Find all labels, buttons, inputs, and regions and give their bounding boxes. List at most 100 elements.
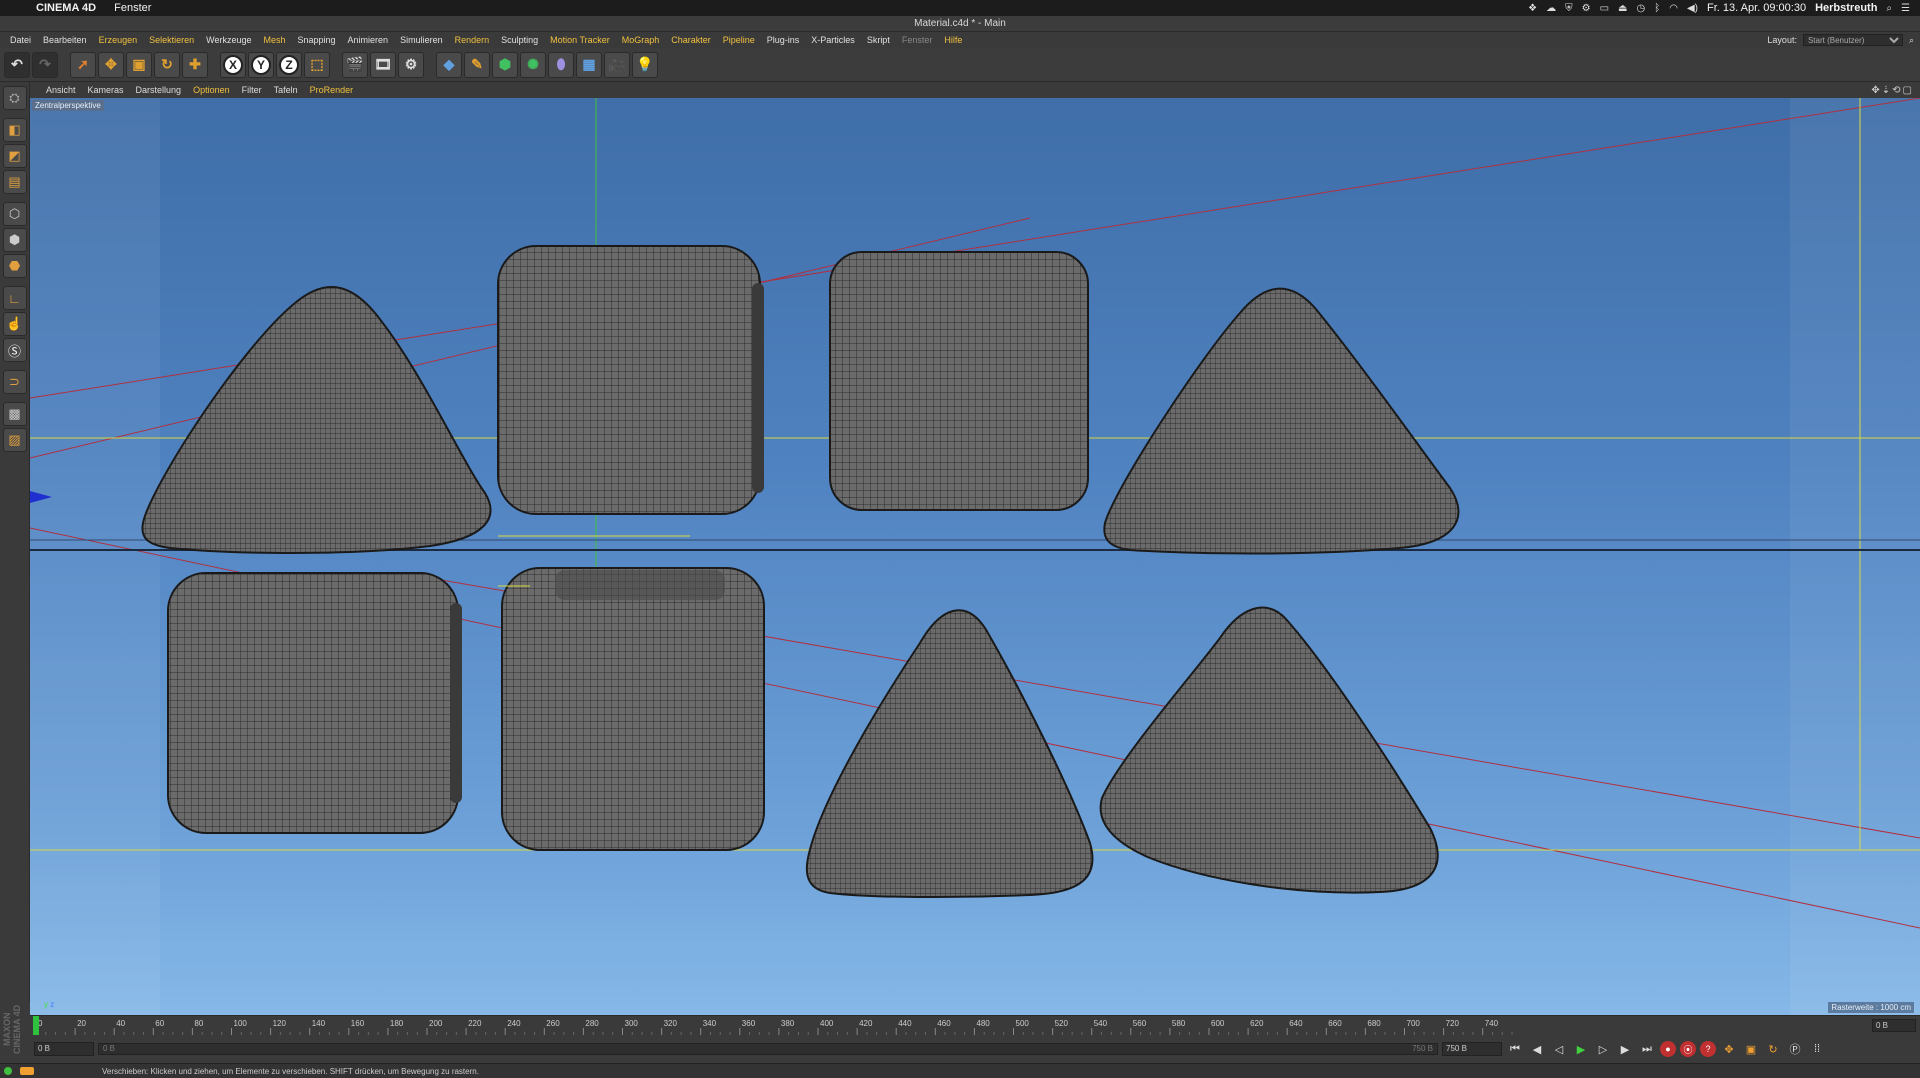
shield-icon[interactable]: ⛨ <box>1565 3 1573 14</box>
pyramid-mesh-2[interactable] <box>1103 287 1460 555</box>
render-settings-button[interactable]: ⚙ <box>398 51 424 78</box>
volume-icon[interactable]: ◀) <box>1687 3 1698 14</box>
timeline-scrub-range[interactable]: 0 B 750 B <box>98 1043 1438 1055</box>
go-to-start-icon[interactable]: ⏮ <box>1506 1040 1524 1058</box>
z-axis-lock-button[interactable]: Z <box>276 51 302 78</box>
menu-werkzeuge[interactable]: Werkzeuge <box>200 35 257 45</box>
cube-mesh-1[interactable] <box>497 245 764 515</box>
menu-erzeugen[interactable]: Erzeugen <box>93 35 144 45</box>
edges-mode-icon[interactable]: ⬢ <box>2 228 27 252</box>
viewport-menu-prorender[interactable]: ProRender <box>304 85 360 95</box>
magnet-icon[interactable]: ⊃ <box>2 370 27 394</box>
y-axis-lock-button[interactable]: Y <box>248 51 274 78</box>
end-frame-field[interactable]: 750 B <box>1442 1042 1502 1056</box>
timeline-ruler[interactable]: 0 20 40 60 80 100 120 140 160 180 200 220 240 260 280 3… <box>30 1015 1920 1036</box>
cube-mesh-3[interactable] <box>167 572 462 834</box>
clock-icon[interactable]: ◷ <box>1637 3 1646 14</box>
pen-spline-button[interactable]: ✎ <box>464 51 490 78</box>
viewport-menu-optionen[interactable]: Optionen <box>187 85 236 95</box>
viewport-menu-filter[interactable]: Filter <box>236 85 268 95</box>
render-picture-viewer-button[interactable]: 🎞 <box>370 51 396 78</box>
go-to-end-icon[interactable]: ⏭ <box>1638 1040 1656 1058</box>
array-button[interactable]: ✺ <box>520 51 546 78</box>
texture-mode-icon[interactable]: ◩ <box>2 144 27 168</box>
x-axis-lock-button[interactable]: X <box>220 51 246 78</box>
airplay-icon[interactable]: ⏏ <box>1618 3 1627 14</box>
redo-button[interactable]: ↷ <box>32 51 58 78</box>
menu-hilfe[interactable]: Hilfe <box>938 35 968 45</box>
previous-frame-icon[interactable]: ◁ <box>1550 1040 1568 1058</box>
viewport-3d[interactable]: Zentralperspektive y z Rasterweite : 100… <box>30 98 1920 1015</box>
menu-mesh[interactable]: Mesh <box>257 35 291 45</box>
make-editable-icon[interactable]: ⛭ <box>2 86 27 110</box>
app-menu[interactable]: CINEMA 4D <box>36 2 96 14</box>
menu-pipeline[interactable]: Pipeline <box>717 35 761 45</box>
search-icon[interactable]: ⌕ <box>1909 35 1914 46</box>
dropbox-icon[interactable]: ❖ <box>1528 3 1537 14</box>
cube-object-button[interactable]: ◆ <box>436 51 462 78</box>
model-mode-icon[interactable]: ◧ <box>2 118 27 142</box>
pyramid-mesh-4[interactable] <box>1099 606 1439 894</box>
scale-tool-button[interactable]: ▣ <box>126 51 152 78</box>
autokeying-icon[interactable]: ⦿ <box>1680 1041 1696 1057</box>
notification-center-icon[interactable]: ☰ <box>1901 3 1910 14</box>
deformer-button[interactable]: ⬮ <box>548 51 574 78</box>
coordinate-system-button[interactable]: ⬚ <box>304 51 330 78</box>
viewport-menu-darstellung[interactable]: Darstellung <box>130 85 188 95</box>
record-active-icon[interactable]: ● <box>1660 1041 1676 1057</box>
gear-icon[interactable]: ⚙ <box>1582 3 1591 14</box>
menu-plug-ins[interactable]: Plug-ins <box>761 35 806 45</box>
pyramid-mesh-3[interactable] <box>805 609 1094 899</box>
spotlight-search-icon[interactable]: ⌕ <box>1886 3 1892 14</box>
axis-mode-icon[interactable]: ∟ <box>2 286 27 310</box>
camera-button[interactable]: 🎥 <box>604 51 630 78</box>
light-button[interactable]: 💡 <box>632 51 658 78</box>
scale-key-icon[interactable]: ▣ <box>1742 1040 1760 1058</box>
workplane-mode-icon[interactable]: ▤ <box>2 170 27 194</box>
rotation-key-icon[interactable]: ↻ <box>1764 1040 1782 1058</box>
display-icon[interactable]: ▭ <box>1600 3 1609 14</box>
play-icon[interactable]: ▶ <box>1572 1040 1590 1058</box>
menu-sculpting[interactable]: Sculpting <box>495 35 544 45</box>
menu-selektieren[interactable]: Selektieren <box>143 35 200 45</box>
tweak-mode-icon[interactable]: ☝ <box>2 312 27 336</box>
snap-icon[interactable]: Ⓢ <box>2 338 27 362</box>
viewport-menu-tafeln[interactable]: Tafeln <box>268 85 304 95</box>
viewport-nav-icons[interactable]: ✥⇣⟲▢ <box>1871 85 1920 96</box>
points-mode-icon[interactable]: ⬡ <box>2 202 27 226</box>
menu-simulieren[interactable]: Simulieren <box>394 35 449 45</box>
wifi-icon[interactable]: ◠ <box>1669 3 1678 14</box>
menu-skript[interactable]: Skript <box>861 35 896 45</box>
menu-mograph[interactable]: MoGraph <box>616 35 666 45</box>
menu-rendern[interactable]: Rendern <box>449 35 496 45</box>
menu-snapping[interactable]: Snapping <box>292 35 342 45</box>
subdivision-button[interactable]: ⬢ <box>492 51 518 78</box>
cube-mesh-2[interactable] <box>829 251 1089 511</box>
camera-label[interactable]: Zentralperspektive <box>32 100 104 111</box>
last-tool-button[interactable]: ✚ <box>182 51 208 78</box>
mac-menu-fenster[interactable]: Fenster <box>114 2 151 14</box>
next-frame-icon[interactable]: ▷ <box>1594 1040 1612 1058</box>
render-view-button[interactable]: 🎬 <box>342 51 368 78</box>
floor-button[interactable]: ▦ <box>576 51 602 78</box>
position-key-icon[interactable]: ✥ <box>1720 1040 1738 1058</box>
menu-bearbeiten[interactable]: Bearbeiten <box>37 35 93 45</box>
next-key-icon[interactable]: ▶ <box>1616 1040 1634 1058</box>
layout-dropdown[interactable]: Start (Benutzer) <box>1802 34 1903 46</box>
undo-button[interactable]: ↶ <box>4 51 30 78</box>
select-tool-button[interactable]: ➚ <box>70 51 96 78</box>
move-tool-button[interactable]: ✥ <box>98 51 124 78</box>
rotate-tool-button[interactable]: ↻ <box>154 51 180 78</box>
menu-datei[interactable]: Datei <box>4 35 37 45</box>
menu-x-particles[interactable]: X-Particles <box>805 35 861 45</box>
lock-workplane-icon[interactable]: ▩ <box>2 402 27 426</box>
menu-animieren[interactable]: Animieren <box>342 35 395 45</box>
texture-lock-icon[interactable]: ▨ <box>2 428 27 452</box>
menu-fenster[interactable]: Fenster <box>896 35 939 45</box>
viewport-menu-kameras[interactable]: Kameras <box>82 85 130 95</box>
playhead[interactable] <box>33 1016 39 1036</box>
start-frame-field[interactable]: 0 B <box>34 1042 94 1056</box>
point-level-key-icon[interactable]: ⁞⁞ <box>1808 1040 1826 1058</box>
mac-clock[interactable]: Fr. 13. Apr. 09:00:30 <box>1707 2 1806 14</box>
cloud-icon[interactable]: ☁ <box>1546 3 1556 14</box>
